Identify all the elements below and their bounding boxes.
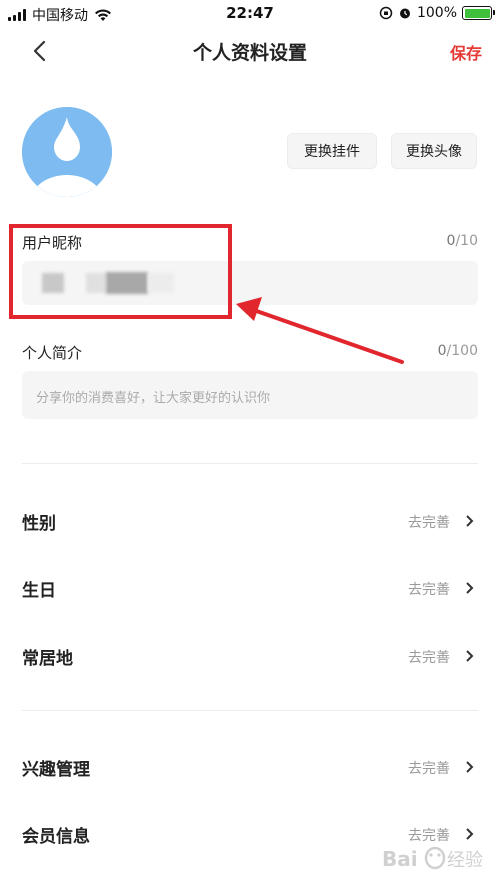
- bio-label: 个人简介: [22, 344, 83, 362]
- avatar[interactable]: [22, 107, 112, 197]
- baidu-watermark-logo: Bai 经验: [382, 846, 483, 871]
- row-value: 去完善: [408, 515, 450, 531]
- divider: [22, 463, 478, 464]
- bio-input[interactable]: 分享你的消费喜好，让大家更好的认识你: [22, 371, 478, 419]
- bio-counter: 0/100: [438, 343, 478, 359]
- save-button[interactable]: 保存: [450, 40, 482, 64]
- chevron-right-icon: [466, 515, 474, 527]
- change-avatar-button[interactable]: 更换头像: [391, 133, 477, 169]
- row-residence[interactable]: 常居地 去完善: [0, 632, 500, 682]
- row-value: 去完善: [408, 761, 450, 777]
- bio-count: 0: [437, 343, 447, 359]
- status-right: 100%: [379, 5, 495, 21]
- row-label: 兴趣管理: [22, 760, 90, 780]
- chevron-right-icon: [466, 761, 474, 773]
- chevron-right-icon: [466, 582, 474, 594]
- row-label: 会员信息: [22, 827, 90, 847]
- default-avatar-icon: [22, 107, 112, 197]
- nav-bar: 个人资料设置 保存: [0, 28, 500, 74]
- highlight-box: [9, 224, 232, 319]
- row-label: 常居地: [22, 649, 73, 669]
- row-label: 生日: [22, 581, 56, 601]
- nickname-counter: 0/10: [447, 233, 478, 249]
- status-bar: 中国移动 22:47 100%: [0, 0, 500, 28]
- battery-icon: [462, 6, 495, 20]
- alarm-icon: [399, 8, 410, 19]
- row-gender[interactable]: 性别 去完善: [0, 497, 500, 547]
- annotation-arrow: [236, 297, 404, 364]
- nickname-max: /10: [455, 233, 478, 249]
- svg-text:Bai: Bai: [382, 847, 418, 871]
- battery-percent: 100%: [416, 5, 457, 21]
- page-title: 个人资料设置: [192, 42, 307, 64]
- bio-placeholder: 分享你的消费喜好，让大家更好的认识你: [36, 391, 271, 406]
- row-value: 去完善: [408, 650, 450, 666]
- divider: [22, 710, 478, 711]
- bio-max: /100: [446, 343, 478, 359]
- row-birthday[interactable]: 生日 去完善: [0, 564, 500, 614]
- chevron-right-icon: [466, 650, 474, 662]
- row-label: 性别: [22, 514, 56, 534]
- svg-text:经验: 经验: [447, 850, 483, 871]
- change-pendant-button[interactable]: 更换挂件: [287, 133, 377, 169]
- row-interests[interactable]: 兴趣管理 去完善: [0, 743, 500, 793]
- row-value: 去完善: [408, 582, 450, 598]
- rotation-lock-icon: [379, 6, 393, 20]
